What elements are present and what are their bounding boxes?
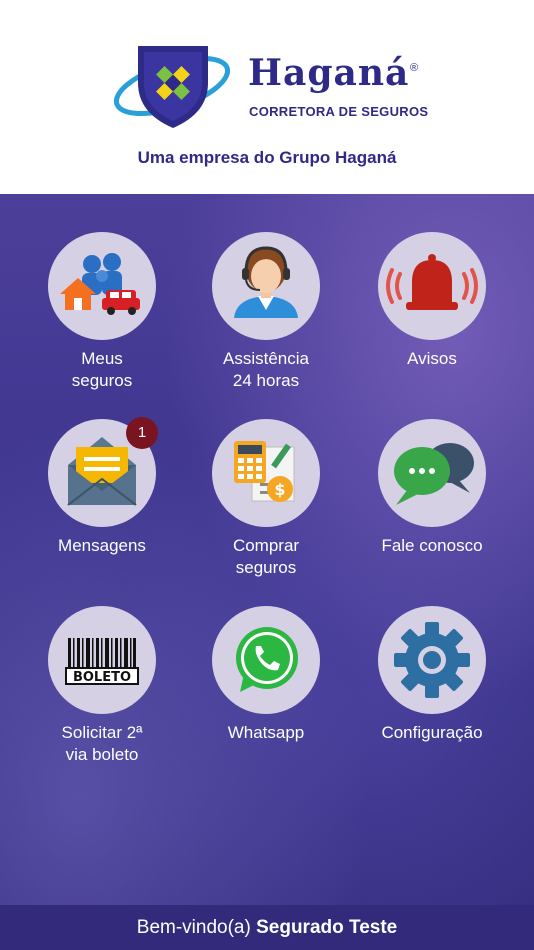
menu-fale-conosco[interactable]: Fale conosco <box>357 419 507 557</box>
svg-text:$: $ <box>274 480 285 499</box>
brand-subtitle: CORRETORA DE SEGUROS <box>249 104 429 119</box>
menu-label: Meus seguros <box>71 349 133 390</box>
menu-icon-circle <box>48 232 156 340</box>
menu-icon-circle: $ <box>212 419 320 527</box>
menu-label: Solicitar 2ª via boleto <box>61 723 143 764</box>
menu-icon-circle: BOLETO <box>48 606 156 714</box>
app-header: Haganá ® CORRETORA DE SEGUROS Uma empres… <box>0 0 534 194</box>
menu-icon-circle <box>212 606 320 714</box>
tagline: Uma empresa do Grupo Haganá <box>137 148 397 167</box>
menu-label: Configuração <box>381 723 483 742</box>
menu-icon-circle <box>378 232 486 340</box>
menu-meus-seguros[interactable]: Meus seguros <box>27 232 177 392</box>
menu-avisos[interactable]: Avisos <box>357 232 507 370</box>
menu-segunda-via-boleto[interactable]: BOLETO Solicitar 2ª via boleto <box>27 606 177 766</box>
barcode-boleto-icon: BOLETO <box>65 638 139 685</box>
family-house-car-icon <box>60 253 140 315</box>
chat-bubbles-icon <box>394 443 474 505</box>
menu-label: Comprar seguros <box>232 536 300 577</box>
menu-label: Mensagens <box>58 536 146 555</box>
menu-configuracao[interactable]: Configuração <box>357 606 507 744</box>
menu-comprar-seguros[interactable]: $ Comprar seguros <box>191 419 341 579</box>
alarm-bell-icon <box>386 254 478 310</box>
menu-label: Whatsapp <box>227 723 305 742</box>
menu-icon-circle <box>212 232 320 340</box>
registered-mark: ® <box>410 62 419 74</box>
hagana-shield-logo <box>113 46 231 128</box>
menu-label: Assistência 24 horas <box>223 349 309 390</box>
menu-mensagens[interactable]: 1 Mensagens <box>27 417 177 557</box>
menu-icon-circle <box>378 419 486 527</box>
unread-badge: 1 <box>126 417 158 449</box>
headset-agent-icon <box>234 246 298 318</box>
menu-label: Fale conosco <box>381 536 483 555</box>
menu-icon-circle: 1 <box>48 417 158 527</box>
menu-whatsapp[interactable]: Whatsapp <box>191 606 341 744</box>
welcome-footer: Bem-vindo(a) Segurado Teste <box>0 905 534 950</box>
whatsapp-icon <box>236 627 298 692</box>
svg-text:BOLETO: BOLETO <box>73 670 131 685</box>
user-name: Segurado Teste <box>256 917 398 938</box>
menu-grid: Meus seguros Assistência 24 horas Avisos… <box>0 194 534 905</box>
menu-label: Avisos <box>407 349 457 368</box>
menu-icon-circle <box>378 606 486 714</box>
welcome-greeting: Bem-vindo(a) <box>136 917 251 938</box>
brand-name: Haganá <box>248 52 410 94</box>
gear-icon <box>394 622 470 698</box>
menu-assistencia-24h[interactable]: Assistência 24 horas <box>191 232 341 392</box>
calculator-document-icon: $ <box>234 441 295 502</box>
